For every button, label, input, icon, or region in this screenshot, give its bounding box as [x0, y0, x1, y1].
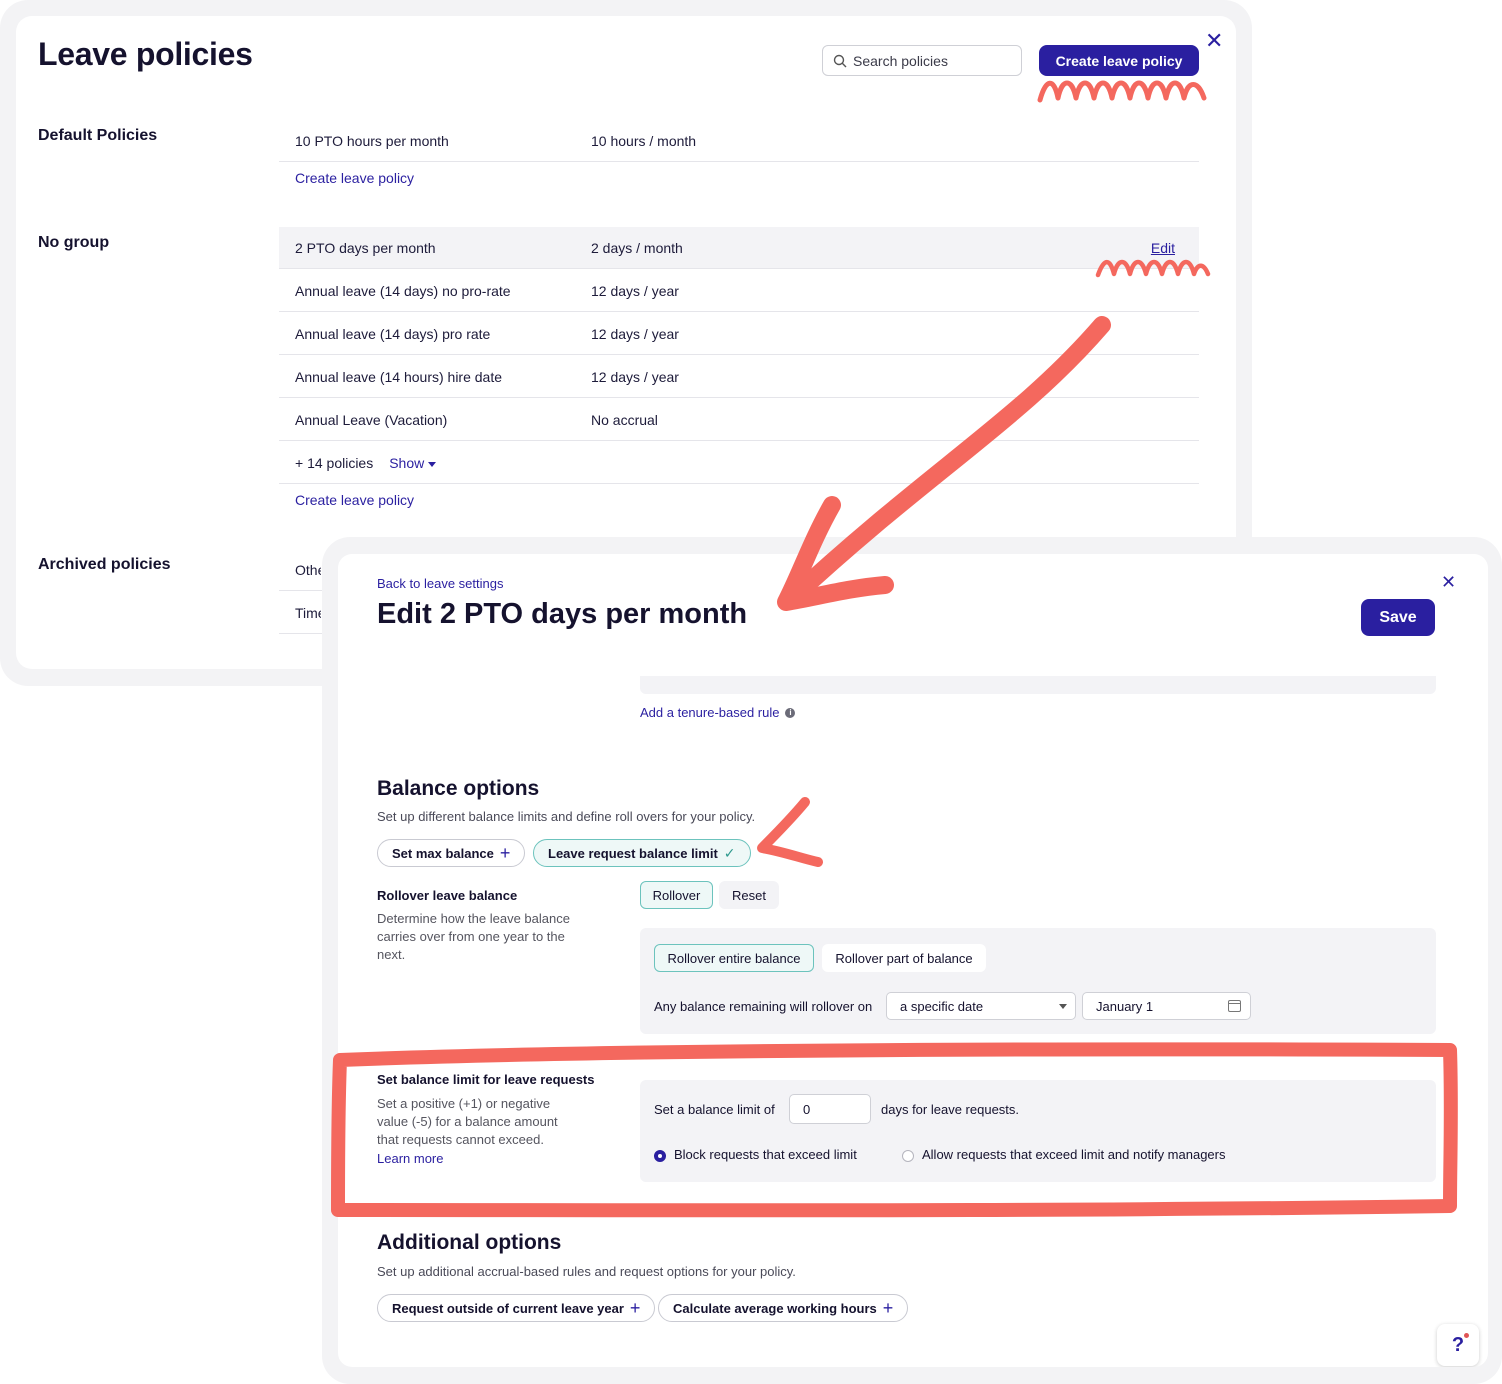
- select-value: a specific date: [900, 998, 984, 1014]
- radio-selected-icon[interactable]: [654, 1149, 666, 1162]
- calendar-icon[interactable]: [1228, 1000, 1241, 1012]
- page-title: Leave policies: [38, 36, 253, 72]
- edit-link[interactable]: Edit: [1151, 240, 1175, 256]
- additional-options-heading: Additional options: [377, 1231, 562, 1254]
- create-leave-policy-link[interactable]: Create leave policy: [295, 492, 414, 508]
- show-label: Show: [389, 455, 425, 471]
- policy-name: Time: [295, 605, 321, 621]
- rollover-entire-balance-option[interactable]: Rollover entire balance: [654, 944, 814, 972]
- rollover-mode-reset[interactable]: Reset: [719, 881, 779, 909]
- chip-label: Leave request balance limit: [548, 845, 718, 861]
- add-tenure-rule-label: Add a tenure-based rule: [640, 705, 780, 720]
- policy-name: Annual Leave (Vacation): [295, 412, 448, 428]
- more-policies-count: + 14 policies: [295, 455, 374, 471]
- learn-more-link[interactable]: Learn more: [377, 1151, 443, 1166]
- rollover-mode-rollover[interactable]: Rollover: [640, 881, 713, 909]
- balance-options-heading: Balance options: [377, 777, 540, 800]
- close-icon[interactable]: ✕: [1205, 30, 1223, 52]
- check-icon: ✓: [723, 844, 736, 861]
- plus-icon: +: [629, 1297, 641, 1318]
- chevron-down-icon: [1059, 1004, 1067, 1009]
- policy-accrual: 12 days / year: [591, 326, 679, 342]
- edit-policy-panel: Back to leave settings Edit 2 PTO days p…: [338, 554, 1488, 1367]
- plus-icon: +: [882, 1297, 894, 1318]
- rollover-description: Determine how the leave balance carries …: [377, 911, 570, 962]
- policy-row[interactable]: Annual leave (14 days) pro rate 12 days …: [279, 313, 1199, 355]
- rollover-title: Rollover leave balance: [377, 888, 518, 903]
- set-max-balance-chip[interactable]: Set max balance +: [377, 839, 526, 867]
- policy-row[interactable]: Annual leave (14 hours) hire date 12 day…: [279, 356, 1199, 398]
- policy-name: 10 PTO hours per month: [295, 133, 449, 149]
- more-policies-row-content: + 14 policies Show: [295, 455, 437, 471]
- policy-name: Annual leave (14 hours) hire date: [295, 369, 503, 385]
- policy-row[interactable]: Annual Leave (Vacation) No accrual: [279, 399, 1199, 441]
- edit-policy-title: Edit 2 PTO days per month: [377, 598, 748, 630]
- balance-options-description: Set up different balance limits and defi…: [377, 809, 756, 824]
- policy-accrual: 2 days / month: [591, 240, 683, 256]
- section-no-group: No group: [38, 234, 110, 251]
- radio-label: Block requests that exceed limit: [674, 1147, 857, 1162]
- more-policies-row: + 14 policies Show: [279, 442, 1199, 484]
- rollover-date-prompt: Any balance remaining will rollover on: [654, 999, 873, 1014]
- balance-limit-title: Set balance limit for leave requests: [377, 1072, 595, 1087]
- section-default-policies: Default Policies: [38, 127, 158, 144]
- back-to-leave-settings-link[interactable]: Back to leave settings: [377, 576, 503, 591]
- policy-row[interactable]: Annual leave (14 days) no pro-rate 12 da…: [279, 270, 1199, 312]
- policy-row-2-pto-days[interactable]: 2 PTO days per month 2 days / month Edit: [279, 227, 1199, 269]
- create-leave-policy-link[interactable]: Create leave policy: [295, 170, 414, 186]
- policy-row[interactable]: 10 PTO hours per month 10 hours / month: [279, 120, 1199, 162]
- policy-name: 2 PTO days per month: [295, 240, 436, 256]
- help-button[interactable]: ?: [1437, 1324, 1479, 1366]
- section-archived-policies: Archived policies: [38, 556, 171, 573]
- search-placeholder: Search policies: [853, 52, 948, 69]
- policy-accrual: No accrual: [591, 412, 658, 428]
- save-button[interactable]: Save: [1361, 599, 1435, 636]
- policy-name: Othe: [295, 562, 321, 578]
- balance-limit-prefix: Set a balance limit of: [654, 1102, 775, 1117]
- chip-label: Request outside of current leave year: [392, 1300, 624, 1316]
- plus-icon: +: [499, 842, 511, 863]
- info-icon[interactable]: i: [785, 707, 796, 718]
- balance-limit-input[interactable]: 0: [789, 1094, 871, 1124]
- balance-limit-description: Set a positive (+1) or negative value (-…: [377, 1096, 558, 1147]
- radio-label: Allow requests that exceed limit and not…: [922, 1147, 1226, 1162]
- notification-dot: [1464, 1333, 1469, 1338]
- question-icon: ?: [1451, 1333, 1465, 1356]
- calculate-average-hours-chip[interactable]: Calculate average working hours +: [658, 1294, 909, 1322]
- show-more-toggle[interactable]: Show: [389, 455, 437, 471]
- policy-accrual: 12 days / year: [591, 369, 679, 385]
- balance-limit-value: 0: [803, 1101, 811, 1117]
- caret-down-icon: [428, 461, 437, 467]
- policy-name: Annual leave (14 days) no pro-rate: [295, 283, 511, 299]
- policy-accrual: 12 days / year: [591, 283, 679, 299]
- balance-limit-box: [640, 1080, 1436, 1182]
- tenure-rules-box: [640, 676, 1436, 694]
- rollover-part-of-balance-option[interactable]: Rollover part of balance: [822, 944, 986, 972]
- allow-requests-option[interactable]: Allow requests that exceed limit and not…: [902, 1147, 1226, 1162]
- create-leave-policy-button[interactable]: Create leave policy: [1039, 45, 1199, 76]
- policy-name: Annual leave (14 days) pro rate: [295, 326, 491, 342]
- block-requests-option[interactable]: Block requests that exceed limit: [654, 1147, 857, 1162]
- leave-request-balance-limit-chip[interactable]: Leave request balance limit ✓: [533, 839, 751, 867]
- request-outside-leave-year-chip[interactable]: Request outside of current leave year +: [377, 1294, 656, 1322]
- rollover-date-input[interactable]: January 1: [1082, 992, 1251, 1020]
- radio-unselected-icon[interactable]: [902, 1149, 914, 1162]
- chip-label: Set max balance: [392, 845, 494, 861]
- additional-options-description: Set up additional accrual-based rules an…: [377, 1264, 796, 1279]
- chip-label: Calculate average working hours: [673, 1300, 877, 1316]
- policy-accrual: 10 hours / month: [591, 133, 697, 149]
- add-tenure-rule-link[interactable]: Add a tenure-based rule i: [640, 705, 796, 720]
- balance-limit-suffix: days for leave requests.: [881, 1102, 1020, 1117]
- close-icon[interactable]: ✕: [1441, 573, 1456, 591]
- search-input[interactable]: Search policies: [822, 45, 1022, 76]
- date-value: January 1: [1096, 998, 1154, 1014]
- rollover-date-type-select[interactable]: a specific date: [886, 992, 1076, 1020]
- search-icon: [833, 54, 847, 67]
